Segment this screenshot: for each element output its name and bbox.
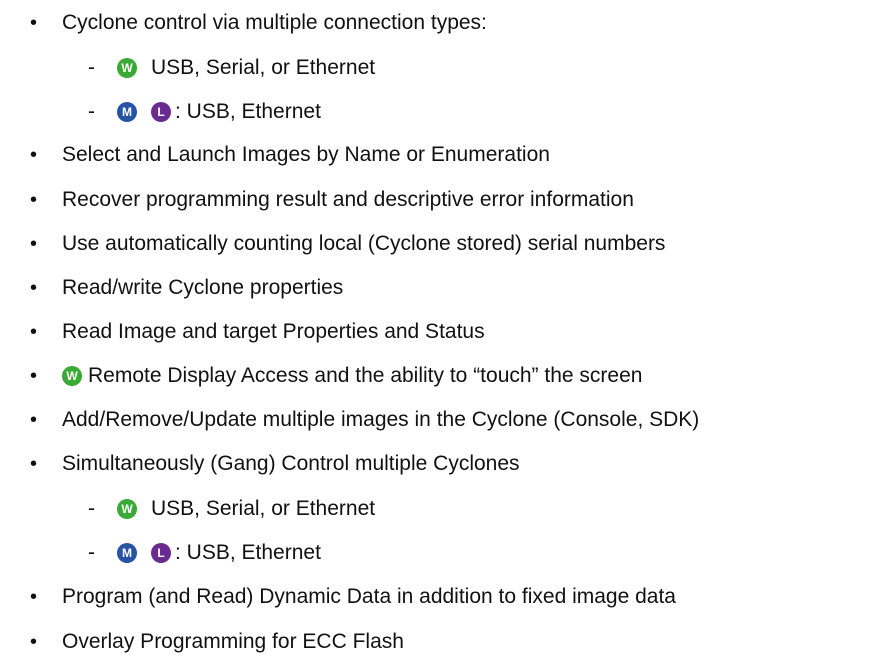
list-item-text: Read Image and target Properties and Sta… (62, 320, 485, 343)
sub-list-item-text: USB, Serial, or Ethernet (151, 497, 376, 520)
bullet-icon: • (30, 276, 38, 299)
list-item-text: Overlay Programming for ECC Flash (62, 630, 404, 653)
l-badge-icon: L (151, 102, 171, 122)
dash-marker: - (88, 541, 95, 564)
bullet-icon: • (30, 143, 38, 166)
w-badge-icon: W (117, 58, 137, 78)
bullet-icon: • (30, 630, 38, 653)
list-item-text: Add/Remove/Update multiple images in the… (62, 408, 700, 431)
list-item-text: Recover programming result and descripti… (62, 188, 634, 211)
list-item-text: Use automatically counting local (Cyclon… (62, 232, 666, 255)
list-item-text: Read/write Cyclone properties (62, 276, 344, 299)
w-badge-icon: W (117, 499, 137, 519)
bullet-icon: • (30, 585, 38, 608)
sub-list-item-text: : USB, Ethernet (175, 100, 321, 123)
w-badge-icon: W (62, 366, 82, 386)
list-item-text: Cyclone control via multiple connection … (62, 11, 487, 34)
sub-list-item-text: : USB, Ethernet (175, 541, 321, 564)
bullet-icon: • (30, 232, 38, 255)
bullet-icon: • (30, 408, 38, 431)
dash-marker: - (88, 56, 95, 79)
l-badge-icon: L (151, 543, 171, 563)
list-item-text: Remote Display Access and the ability to… (88, 364, 643, 387)
dash-marker: - (88, 100, 95, 123)
list-item-text: Simultaneously (Gang) Control multiple C… (62, 452, 520, 475)
list-item-text: Select and Launch Images by Name or Enum… (62, 143, 550, 166)
m-badge-icon: M (117, 102, 137, 122)
m-badge-icon: M (117, 543, 137, 563)
dash-marker: - (88, 497, 95, 520)
bullet-icon: • (30, 188, 38, 211)
sub-list-item-text: USB, Serial, or Ethernet (151, 56, 376, 79)
bullet-icon: • (30, 364, 38, 387)
bullet-icon: • (30, 11, 38, 34)
list-item-text: Program (and Read) Dynamic Data in addit… (62, 585, 676, 608)
bullet-icon: • (30, 320, 38, 343)
bullet-icon: • (30, 452, 38, 475)
